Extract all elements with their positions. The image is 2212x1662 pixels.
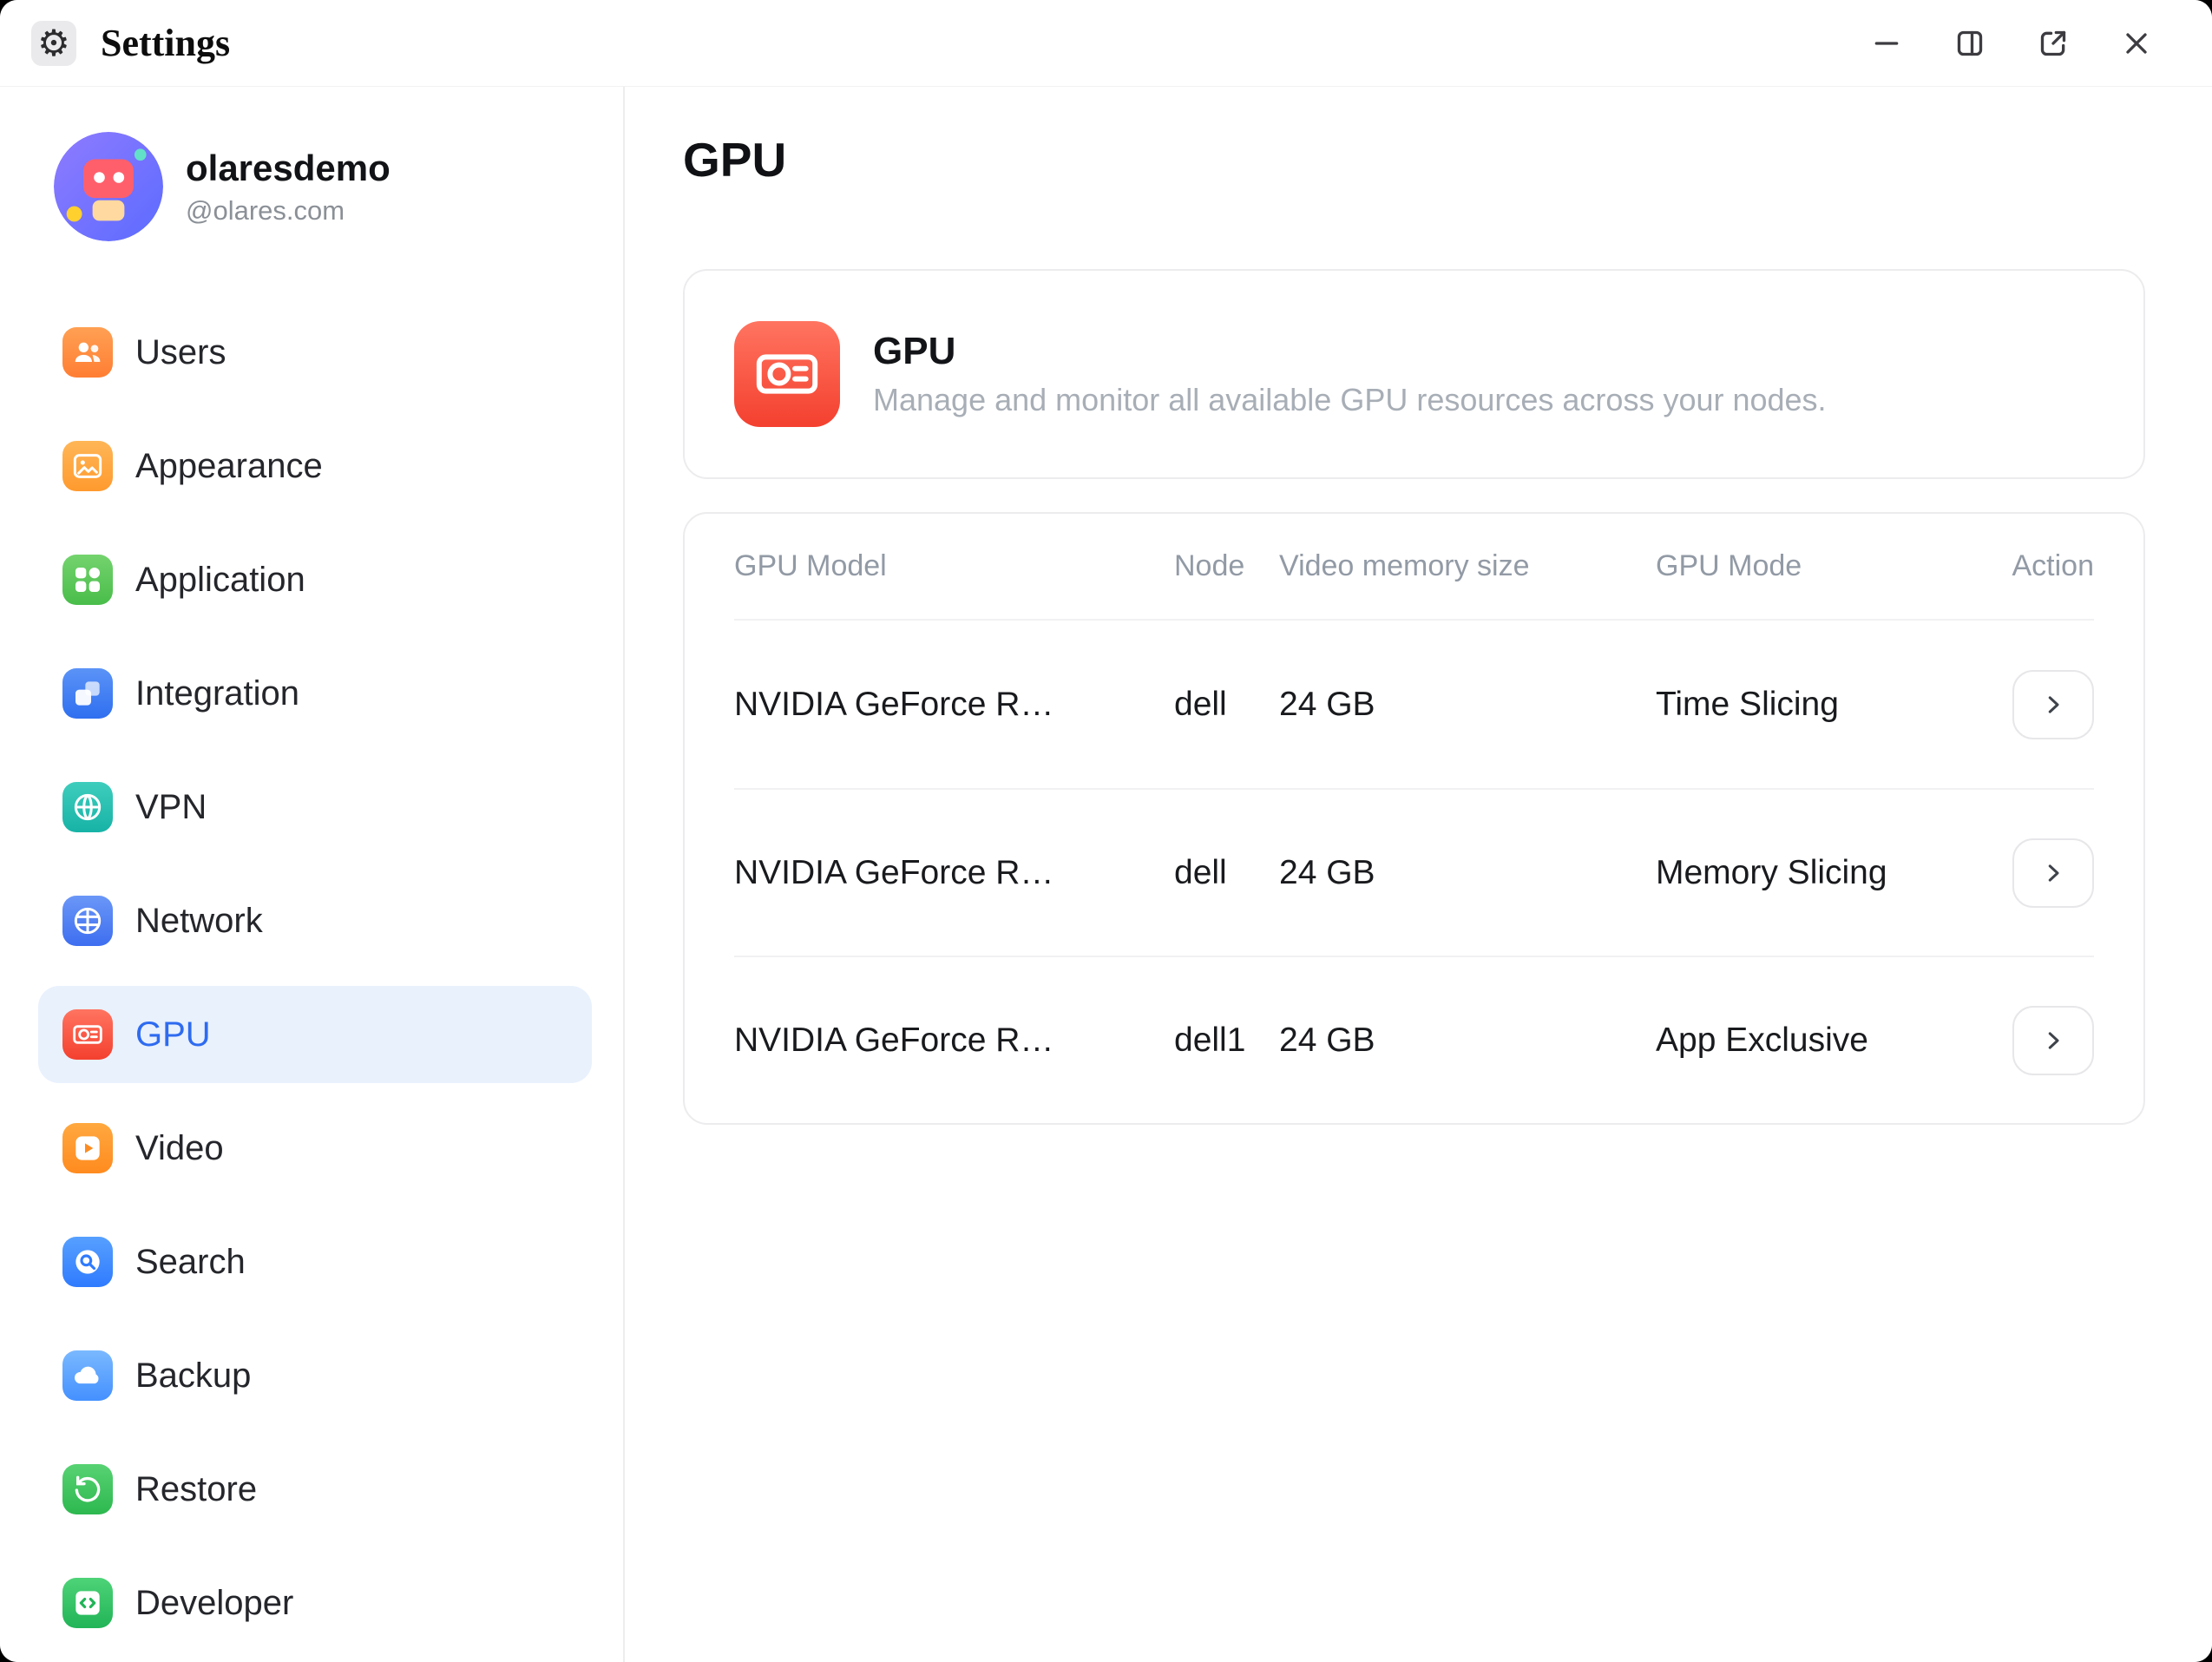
users-icon [62,327,113,378]
vpn-icon [62,782,113,832]
minimize-icon [1869,26,1904,61]
profile-text: olaresdemo @olares.com [186,148,391,227]
gpu-info-card: GPU Manage and monitor all available GPU… [683,269,2145,479]
titlebar: ⚙ Settings [0,0,2212,87]
user-handle: @olares.com [186,195,391,227]
app-title: Settings [101,21,230,65]
col-header-video-memory: Video memory size [1279,549,1656,583]
cell-memory: 24 GB [1279,686,1656,724]
sidebar-item-video[interactable]: Video [38,1100,592,1197]
chevron-right-icon [2040,692,2066,718]
sidebar-item-network[interactable]: Network [38,872,592,969]
sidebar-item-developer[interactable]: Developer [38,1554,592,1652]
minimize-button[interactable] [1867,23,1907,63]
sidebar-item-label: Restore [135,1470,257,1509]
user-name: olaresdemo [186,148,391,189]
avatar [54,132,163,241]
sidebar-item-label: Users [135,333,226,372]
col-header-gpu-model: GPU Model [734,549,1174,583]
cell-node: dell [1174,854,1279,892]
sidebar-item-integration[interactable]: Integration [38,645,592,742]
sidebar-item-restore[interactable]: Restore [38,1441,592,1538]
sidebar: olaresdemo @olares.com Users Appearance [0,87,625,1662]
cell-node: dell [1174,686,1279,724]
sidebar-item-label: Video [135,1129,224,1168]
cell-gpu-model: NVIDIA GeForce R… [734,686,1174,724]
sidebar-item-label: Integration [135,674,299,713]
row-detail-button[interactable] [2012,838,2094,908]
col-header-gpu-mode: GPU Mode [1656,549,1999,583]
table-header: GPU Model Node Video memory size GPU Mod… [734,514,2094,621]
gear-icon: ⚙ [31,21,76,66]
sidebar-item-label: VPN [135,788,207,827]
cell-gpu-mode: Memory Slicing [1656,854,1999,892]
page-title: GPU [683,132,2145,187]
sidebar-item-label: GPU [135,1015,211,1054]
col-header-action: Action [1999,549,2094,583]
table-row: NVIDIA GeForce R… dell 24 GB Memory Slic… [734,788,2094,956]
close-button[interactable] [2117,23,2156,63]
sidebar-item-label: Developer [135,1584,293,1623]
sidebar-item-label: Backup [135,1357,251,1396]
cell-memory: 24 GB [1279,1022,1656,1060]
user-profile: olaresdemo @olares.com [0,132,623,241]
cell-gpu-model: NVIDIA GeForce R… [734,1022,1174,1060]
sidebar-item-label: Application [135,561,305,600]
sidebar-item-application[interactable]: Application [38,531,592,628]
developer-icon [62,1578,113,1628]
close-icon [2119,26,2154,61]
sidebar-item-label: Network [135,902,263,941]
window-controls [1867,23,2156,63]
sidebar-item-appearance[interactable]: Appearance [38,417,592,515]
settings-window: ⚙ Settings [0,0,2212,1662]
cell-node: dell1 [1174,1022,1279,1060]
cell-gpu-mode: App Exclusive [1656,1022,1999,1060]
sidebar-item-label: Appearance [135,447,323,486]
row-detail-button[interactable] [2012,670,2094,739]
info-card-text: GPU Manage and monitor all available GPU… [873,330,1827,418]
video-icon [62,1123,113,1173]
gpu-card-icon [734,321,840,427]
card-subtitle: Manage and monitor all available GPU res… [873,382,1827,418]
gpu-table: GPU Model Node Video memory size GPU Mod… [683,512,2145,1125]
sidebar-item-gpu[interactable]: GPU [38,986,592,1083]
popout-button[interactable] [2033,23,2073,63]
search-icon [62,1237,113,1287]
cell-gpu-mode: Time Slicing [1656,686,1999,724]
gpu-icon [62,1009,113,1060]
table-row: NVIDIA GeForce R… dell1 24 GB App Exclus… [734,956,2094,1123]
main-panel: GPU GPU Manage and monitor all available… [625,87,2212,1662]
content-area: olaresdemo @olares.com Users Appearance [0,87,2212,1662]
table-row: NVIDIA GeForce R… dell 24 GB Time Slicin… [734,621,2094,788]
sidebar-menu: Users Appearance Application [0,304,623,1652]
maximize-icon [1953,26,1987,61]
cell-memory: 24 GB [1279,854,1656,892]
open-external-icon [2036,26,2071,61]
col-header-node: Node [1174,549,1279,583]
backup-icon [62,1350,113,1401]
appearance-icon [62,441,113,491]
integration-icon [62,668,113,719]
chevron-right-icon [2040,1028,2066,1054]
restore-icon [62,1464,113,1514]
network-icon [62,896,113,946]
sidebar-item-backup[interactable]: Backup [38,1327,592,1424]
card-title: GPU [873,330,1827,373]
application-icon [62,555,113,605]
chevron-right-icon [2040,860,2066,886]
sidebar-item-vpn[interactable]: VPN [38,759,592,856]
sidebar-item-label: Search [135,1243,246,1282]
sidebar-item-users[interactable]: Users [38,304,592,401]
maximize-button[interactable] [1950,23,1990,63]
sidebar-item-search[interactable]: Search [38,1213,592,1311]
cell-gpu-model: NVIDIA GeForce R… [734,854,1174,892]
row-detail-button[interactable] [2012,1006,2094,1075]
